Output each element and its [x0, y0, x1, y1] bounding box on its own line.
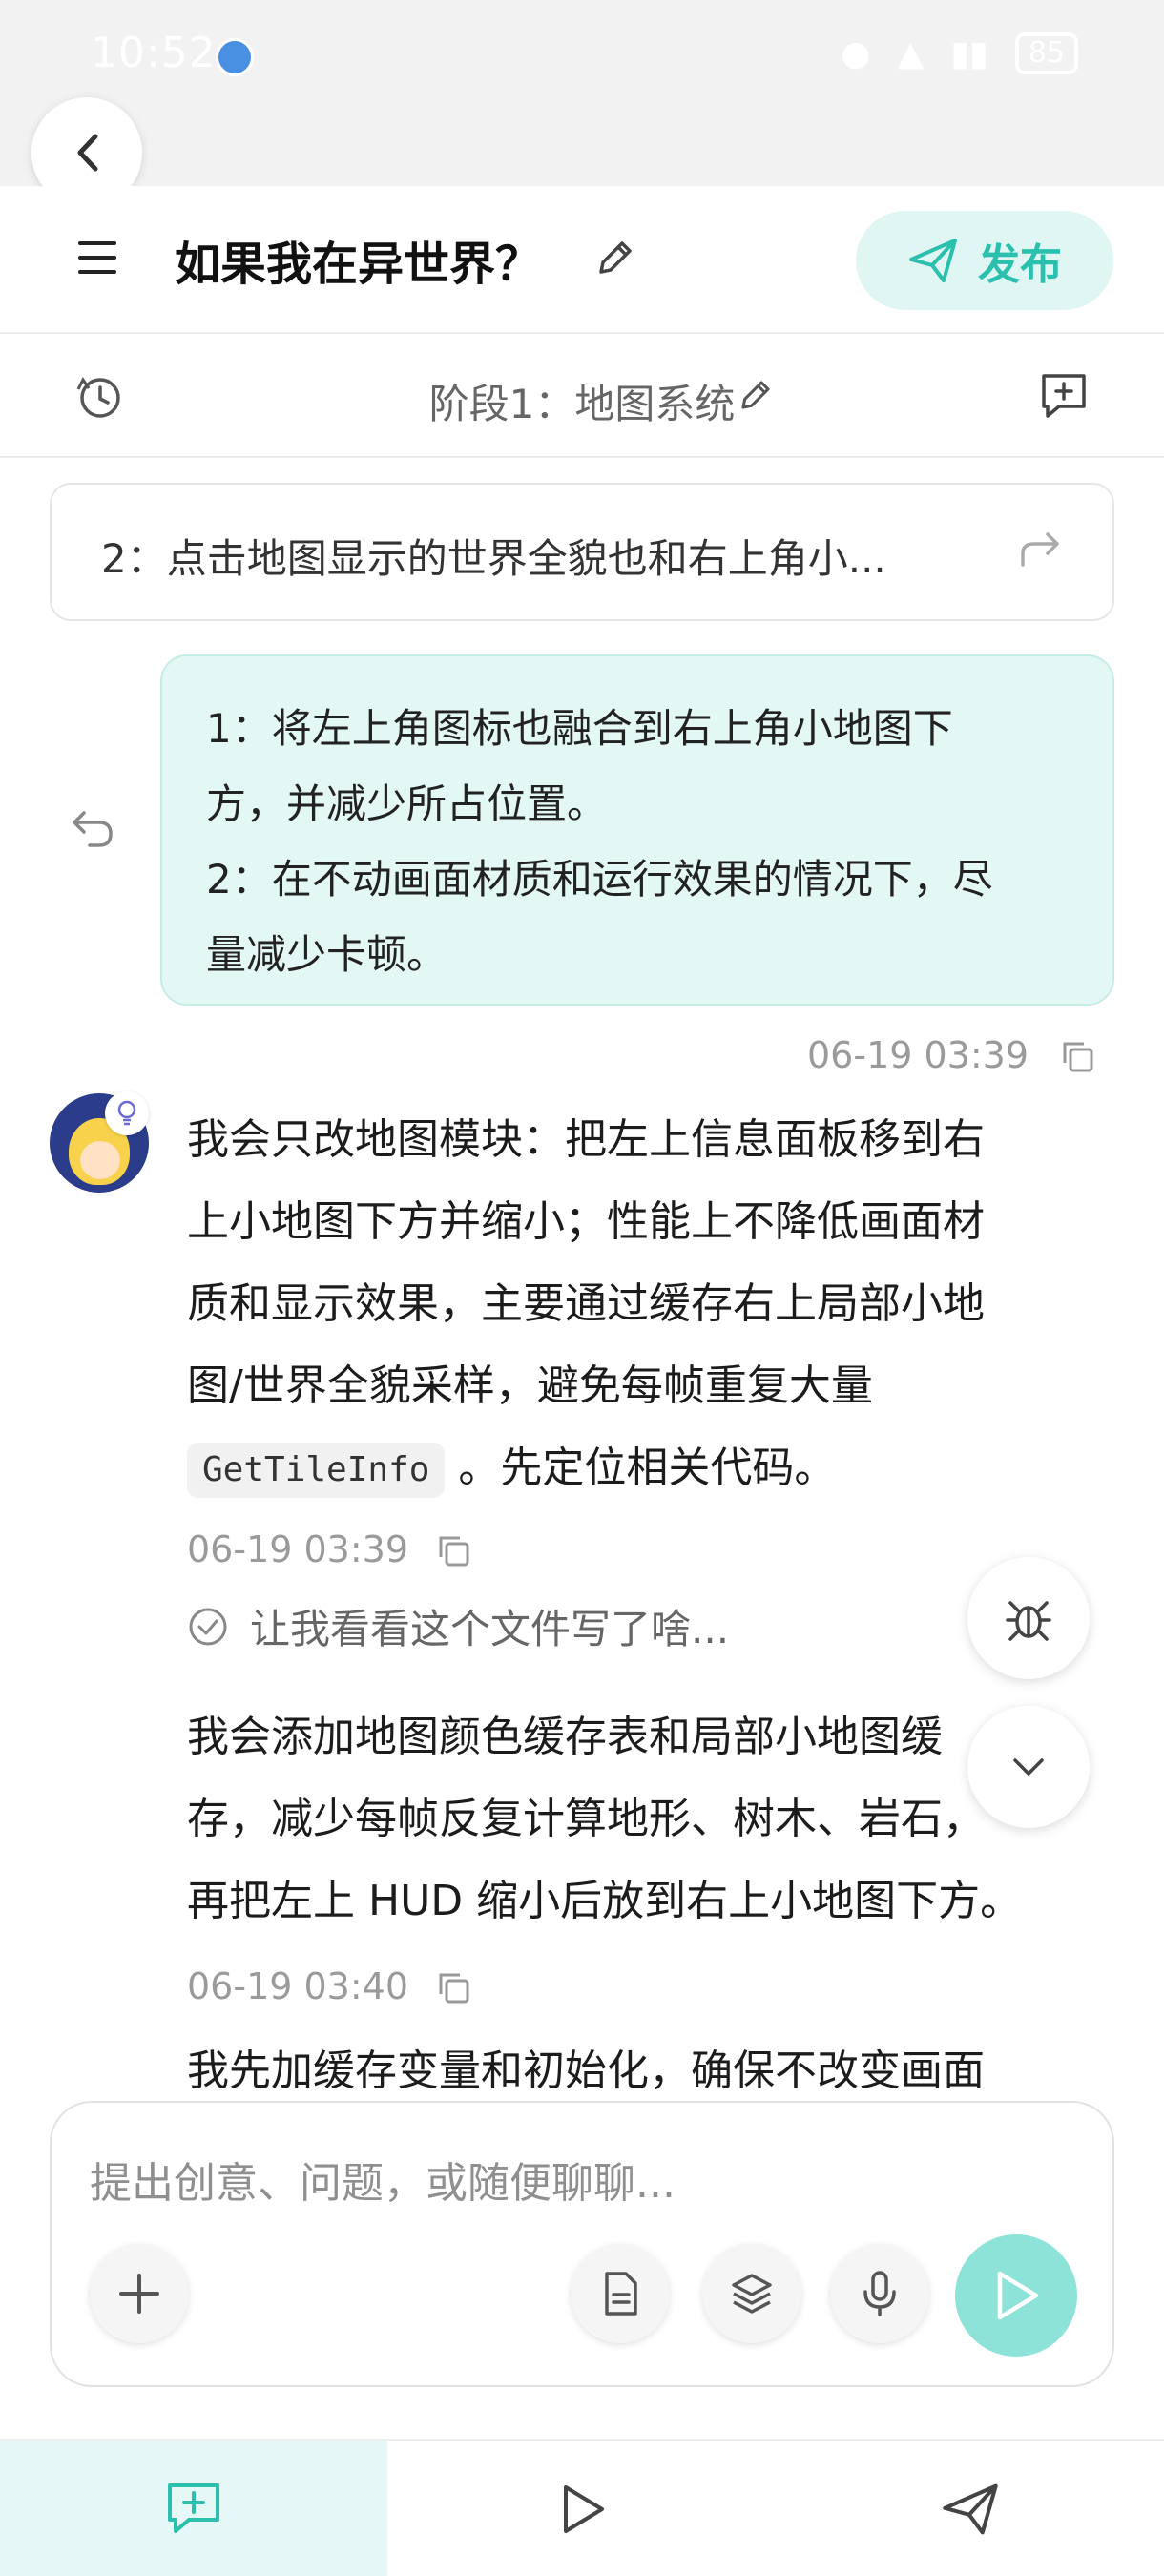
wifi-icon: ▲ — [897, 33, 925, 73]
undo-icon[interactable] — [71, 807, 116, 851]
composer-input[interactable]: 提出创意、问题，或随便聊聊... — [90, 2149, 676, 2210]
status-indicators: ● ▲ ▮▮ 85 — [841, 32, 1078, 74]
task-text: 2：点击地图显示的世界全貌也和右上角小... — [101, 535, 886, 582]
assistant-message-line: 我会添加地图颜色缓存表和局部小地图缓 — [187, 1713, 943, 1761]
assistant-message: 我会只改地图模块：把左上信息面板移到右 上小地图下方并缩小；性能上不降低画面材 … — [187, 1099, 1093, 1509]
check-circle-icon — [189, 1608, 227, 1645]
status-time: 10:52 — [91, 29, 217, 77]
battery-indicator: 85 — [1014, 32, 1078, 74]
task-card[interactable]: 2：点击地图显示的世界全貌也和右上角小... — [50, 483, 1114, 621]
play-icon — [564, 2485, 604, 2533]
message-composer[interactable]: 提出创意、问题，或随便聊聊... — [50, 2101, 1114, 2387]
user-message-line: 1：将左上角图标也融合到右上角小地图下 — [206, 705, 953, 752]
assistant-message-time: 06-19 03:39 — [187, 1528, 409, 1570]
pencil-icon[interactable] — [593, 236, 637, 280]
play-icon — [997, 2271, 1039, 2320]
copy-icon[interactable] — [1059, 1038, 1097, 1076]
document-button[interactable] — [571, 2244, 670, 2343]
nav-chat-tab[interactable] — [0, 2441, 387, 2576]
assistant-message-line: 存，减少每帧反复计算地形、树木、岩石， — [187, 1795, 985, 1843]
page-title: 如果我在异世界？ — [175, 238, 542, 291]
document-icon — [605, 2272, 637, 2316]
assistant-message-time: 06-19 03:40 — [187, 1965, 409, 2007]
app-notification-icon — [216, 38, 254, 76]
assistant-message-line: 图/世界全貌采样，避免每帧重复大量 — [187, 1361, 873, 1410]
copy-icon[interactable] — [435, 1532, 473, 1570]
vibrate-icon: ● — [841, 33, 871, 73]
send-plane-icon — [943, 2483, 998, 2535]
new-chat-icon[interactable] — [1036, 368, 1091, 424]
mic-icon — [863, 2271, 896, 2316]
publish-label: 发布 — [978, 240, 1062, 289]
plus-icon — [119, 2274, 159, 2314]
debug-button[interactable] — [967, 1557, 1090, 1679]
pencil-icon[interactable] — [737, 376, 775, 414]
user-message-line: 量减少卡顿。 — [206, 931, 447, 978]
nav-publish-tab[interactable] — [777, 2441, 1164, 2576]
publish-button[interactable]: 发布 — [856, 211, 1113, 310]
chevron-down-icon — [1013, 1758, 1044, 1776]
header: 如果我在异世界？ 发布 — [0, 186, 1164, 334]
assistant-message-partial: 我先加缓存变量和初始化，确保不改变画面 — [187, 2042, 1093, 2099]
thinking-text: 让我看看这个文件写了啥... — [250, 1606, 730, 1652]
menu-icon[interactable] — [78, 241, 116, 274]
stage-title: 阶段1：地图系统 — [428, 381, 736, 427]
share-arrow-icon[interactable] — [1019, 529, 1063, 569]
assistant-message-line: 质和显示效果，主要通过缓存右上局部小地 — [187, 1279, 985, 1328]
layers-icon — [732, 2274, 772, 2314]
back-icon — [77, 134, 98, 172]
lightbulb-icon — [105, 1091, 149, 1135]
assistant-message-line: 再把左上 HUD 缩小后放到右上小地图下方。 — [187, 1877, 1023, 1925]
bug-icon — [1006, 1601, 1051, 1641]
status-bar: 10:52 ● ▲ ▮▮ 85 — [0, 0, 1164, 186]
new-chat-icon — [168, 2483, 219, 2533]
send-button[interactable] — [955, 2234, 1077, 2357]
assistant-message: 我会添加地图颜色缓存表和局部小地图缓 存，减少每帧反复计算地形、树木、岩石， 再… — [187, 1696, 1093, 1942]
copy-icon[interactable] — [435, 1969, 473, 2007]
assistant-message-line: 我先加缓存变量和初始化，确保不改变画面 — [187, 2046, 985, 2095]
stage-bar: 阶段1：地图系统 — [0, 334, 1164, 458]
send-plane-icon — [909, 239, 957, 282]
nav-run-tab[interactable] — [388, 2441, 776, 2576]
bottom-navigation — [0, 2439, 1164, 2576]
add-attachment-button[interactable] — [90, 2244, 189, 2343]
assistant-message-line: 我会只改地图模块：把左上信息面板移到右 — [187, 1115, 985, 1164]
layers-button[interactable] — [702, 2244, 801, 2343]
user-message-bubble: 1：将左上角图标也融合到右上角小地图下 方，并减少所占位置。 2：在不动画面材质… — [160, 654, 1114, 1006]
signal-icon: ▮▮ — [950, 33, 988, 73]
assistant-message-line: GetTileInfo 。先定位相关代码。 — [187, 1427, 1093, 1509]
assistant-message-line: 上小地图下方并缩小；性能上不降低画面材 — [187, 1197, 985, 1246]
user-message-time: 06-19 03:39 — [807, 1034, 1029, 1076]
scroll-down-button[interactable] — [967, 1706, 1090, 1828]
voice-input-button[interactable] — [830, 2244, 929, 2343]
thinking-status[interactable]: 让我看看这个文件写了啥... — [187, 1597, 729, 1655]
user-message-line: 方，并减少所占位置。 — [206, 780, 608, 827]
user-message-line: 2：在不动画面材质和运行效果的情况下，尽 — [206, 856, 993, 903]
code-snippet: GetTileInfo — [187, 1443, 446, 1498]
